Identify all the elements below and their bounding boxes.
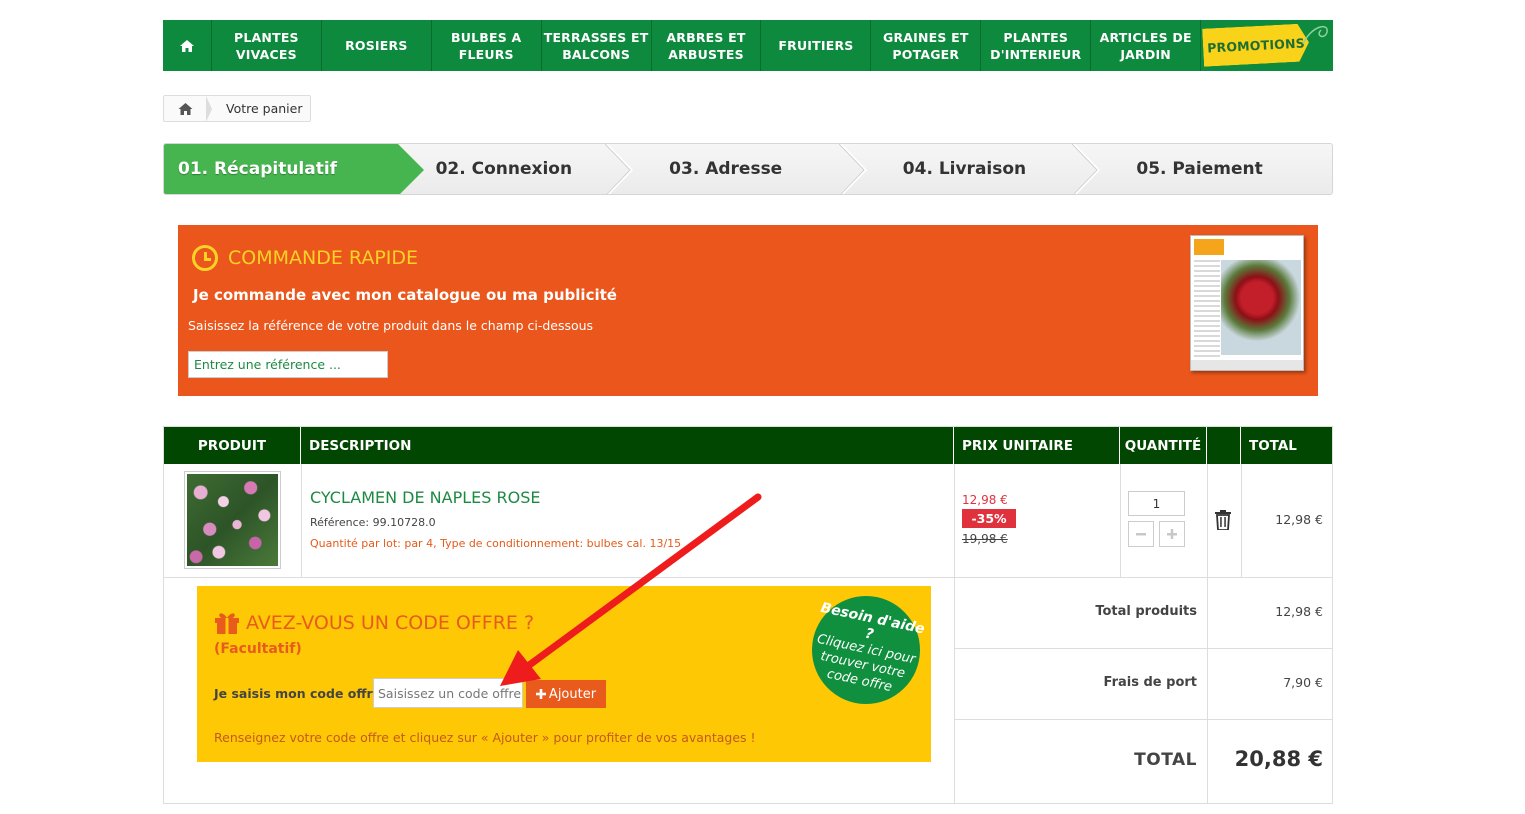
offer-code-label: Je saisis mon code offre :	[214, 686, 391, 701]
header-spacer	[1207, 427, 1241, 464]
step-adresse: 03. Adresse	[631, 144, 867, 194]
header-prix-unitaire: PRIX UNITAIRE	[954, 427, 1120, 464]
catalog-thumbnail	[1190, 235, 1304, 371]
grid-line	[1241, 464, 1242, 577]
tag-string-icon	[1302, 25, 1328, 45]
minus-icon	[1136, 533, 1146, 536]
product-image[interactable]	[184, 471, 281, 569]
product-name-link[interactable]: CYCLAMEN DE NAPLES ROSE	[310, 488, 540, 507]
quantity-input[interactable]	[1128, 491, 1185, 516]
help-offer-badge[interactable]: Besoin d'aide ? Cliquez ici pour trouver…	[801, 586, 931, 715]
nav-bulbes-a-fleurs[interactable]: BULBES A FLEURS	[432, 20, 542, 71]
nav-plantes-vivaces[interactable]: PLANTES VIVACES	[212, 20, 322, 71]
step-chevron	[838, 144, 867, 194]
offer-code-panel: AVEZ-VOUS UN CODE OFFRE ? (Facultatif) J…	[197, 586, 931, 762]
reference-input[interactable]	[188, 351, 388, 378]
gift-icon	[215, 613, 239, 634]
step-label: 04. Livraison	[902, 159, 1027, 179]
header-produit: PRODUIT	[164, 427, 301, 464]
step-connexion: 02. Connexion	[398, 144, 634, 194]
grand-total-label: TOTAL	[1134, 750, 1197, 770]
quantity-decrease-button[interactable]	[1128, 521, 1154, 547]
nav-fruitiers[interactable]: FRUITIERS	[761, 20, 872, 71]
catalog-text-block	[1194, 260, 1220, 362]
grid-line	[1120, 464, 1121, 577]
nav-rosiers[interactable]: ROSIERS	[322, 20, 432, 71]
grid-line	[164, 577, 1333, 578]
header-description: DESCRIPTION	[301, 427, 954, 464]
nav-promotions[interactable]: PROMOTIONS	[1201, 20, 1333, 71]
shipping-label: Frais de port	[1103, 675, 1197, 690]
breadcrumb-home-link[interactable]	[164, 96, 212, 122]
main-nav: PLANTES VIVACES ROSIERS BULBES A FLEURS …	[163, 20, 1333, 71]
quick-order-subtitle: Je commande avec mon catalogue ou ma pub…	[193, 286, 617, 304]
step-chevron	[605, 144, 634, 194]
quick-order-panel: COMMANDE RAPIDE Je commande avec mon cat…	[178, 225, 1318, 396]
grid-line	[954, 464, 955, 804]
grid-line	[301, 464, 302, 577]
product-reference: Référence: 99.10728.0	[310, 516, 436, 529]
offer-optional-label: (Facultatif)	[214, 641, 302, 657]
total-products-value: 12,98 €	[1275, 604, 1323, 619]
grand-total-value: 20,88 €	[1234, 747, 1323, 771]
cart-table-header: PRODUIT DESCRIPTION PRIX UNITAIRE QUANTI…	[164, 427, 1332, 464]
quantity-increase-button[interactable]	[1159, 521, 1185, 547]
nav-graines-et-potager[interactable]: GRAINES ET POTAGER	[871, 20, 982, 71]
step-paiement: 05. Paiement	[1136, 159, 1263, 179]
catalog-footer	[1191, 360, 1303, 370]
header-quantite: QUANTITÉ	[1120, 427, 1207, 464]
cyclamen-photo	[187, 474, 278, 566]
nav-terrasses-et-balcons[interactable]: TERRASSES ET BALCONS	[542, 20, 652, 71]
unit-price: 12,98 €	[962, 493, 1008, 507]
nav-arbres-et-arbustes[interactable]: ARBRES ET ARBUSTES	[652, 20, 762, 71]
product-details: Quantité par lot: par 4, Type de conditi…	[310, 537, 682, 550]
shipping-value: 7,90 €	[1283, 675, 1323, 690]
nav-home-button[interactable]	[163, 20, 212, 71]
promotions-tag: PROMOTIONS	[1202, 23, 1310, 66]
line-total: 12,98 €	[1275, 512, 1323, 527]
total-products-label: Total produits	[1095, 604, 1197, 619]
trash-icon[interactable]	[1214, 510, 1232, 530]
home-icon	[178, 102, 192, 115]
step-label: 03. Adresse	[669, 159, 783, 179]
checkout-steps: 01. Récapitulatif 02. Connexion 03. Adre…	[163, 143, 1333, 195]
clock-icon	[192, 245, 218, 271]
breadcrumb: Votre panier	[163, 95, 311, 122]
offer-title: AVEZ-VOUS UN CODE OFFRE ?	[214, 612, 534, 634]
catalog-logo-icon	[1194, 239, 1224, 255]
quick-order-title: COMMANDE RAPIDE	[192, 245, 418, 271]
header-total: TOTAL	[1249, 437, 1297, 454]
nav-plantes-d-interieur[interactable]: PLANTES D'INTERIEUR	[981, 20, 1092, 71]
step-recapitulatif: 01. Récapitulatif	[164, 144, 424, 194]
grid-line	[954, 719, 1333, 720]
catalog-peony-photo	[1221, 260, 1301, 355]
offer-hint: Renseignez votre code offre et cliquez s…	[214, 730, 756, 745]
grid-line	[954, 648, 1333, 649]
plus-icon	[535, 689, 546, 699]
discount-badge: -35%	[962, 509, 1016, 528]
add-offer-button[interactable]: Ajouter	[526, 680, 606, 708]
grid-line	[1207, 464, 1208, 804]
plus-icon	[1167, 529, 1177, 539]
nav-articles-de-jardin[interactable]: ARTICLES DE JARDIN	[1091, 20, 1202, 71]
step-livraison: 04. Livraison	[865, 144, 1101, 194]
cart-table: PRODUIT DESCRIPTION PRIX UNITAIRE QUANTI…	[163, 426, 1333, 804]
step-chevron	[1072, 144, 1101, 194]
step-label: 02. Connexion	[435, 159, 573, 179]
home-icon	[179, 39, 194, 52]
quick-order-hint: Saisissez la référence de votre produit …	[188, 318, 594, 333]
old-price: 19,98 €	[962, 532, 1008, 546]
breadcrumb-current: Votre panier	[226, 101, 303, 116]
offer-code-input[interactable]	[373, 678, 523, 708]
